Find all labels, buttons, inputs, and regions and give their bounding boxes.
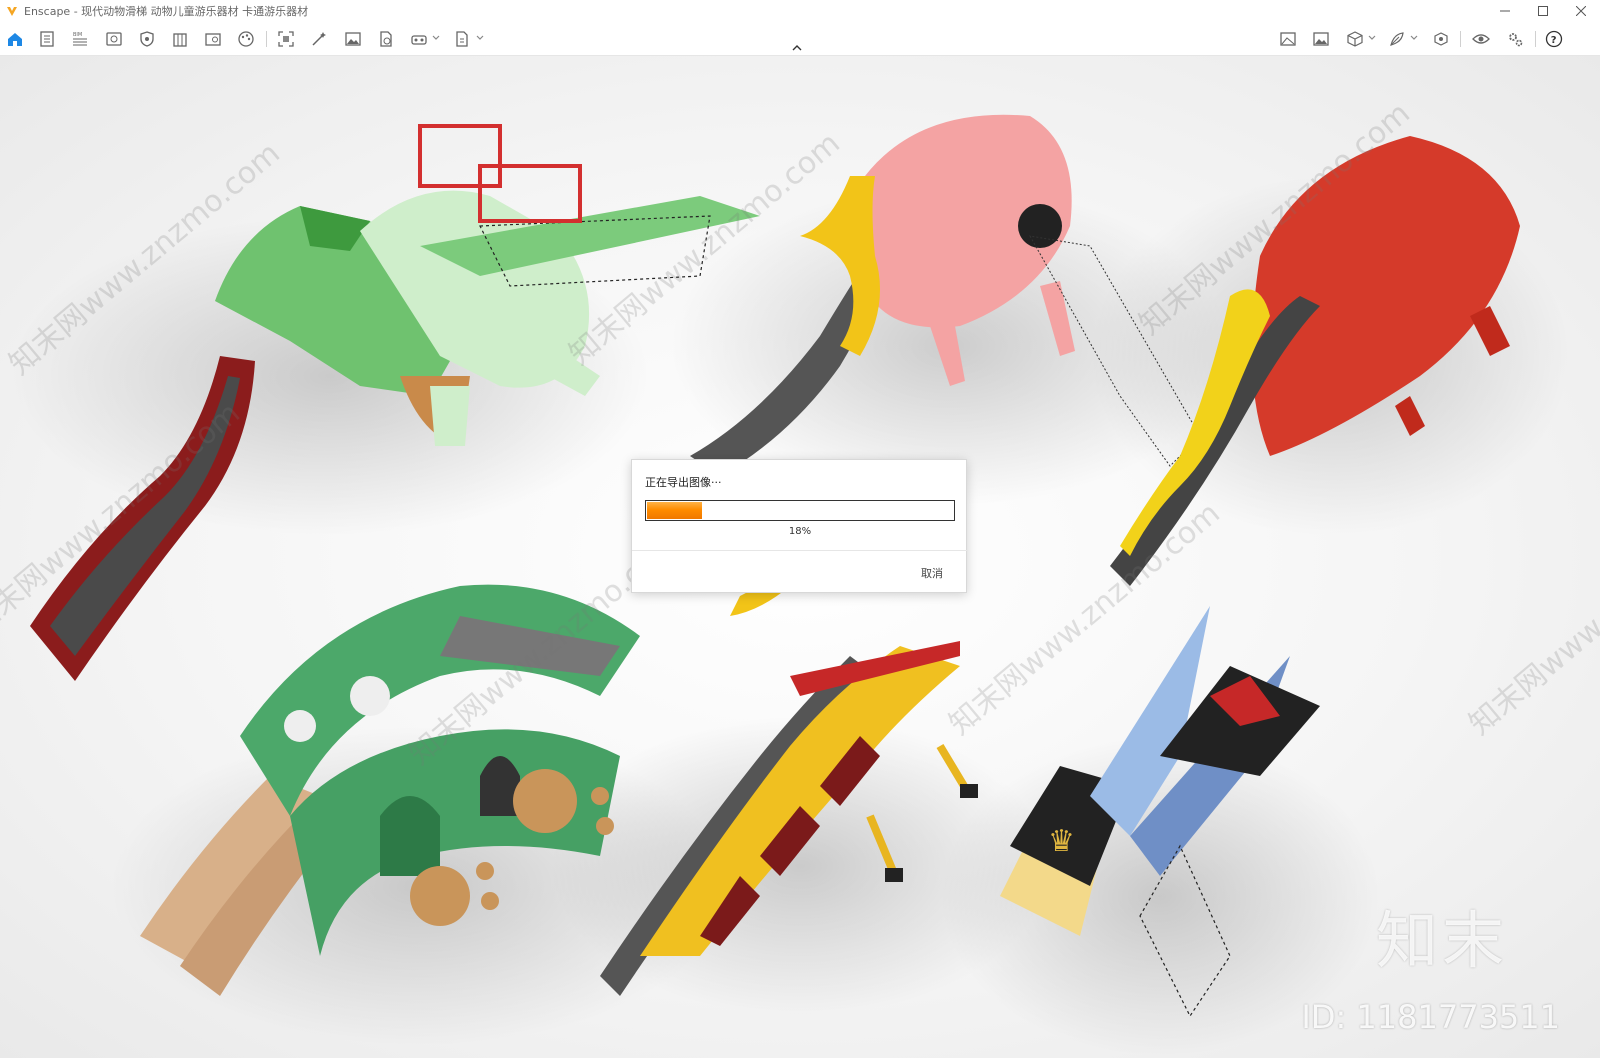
image-icon[interactable] [344, 30, 362, 48]
feather-icon[interactable] [1388, 30, 1406, 48]
chevron-down-icon[interactable] [476, 34, 484, 42]
progress-fill [647, 502, 702, 519]
vr-icon[interactable] [1432, 30, 1450, 48]
screenshot-icon[interactable] [277, 30, 295, 48]
dialog-divider [632, 550, 968, 551]
watermark-id: ID: 1181773511 [1301, 998, 1560, 1036]
svg-text:BIM: BIM [73, 32, 82, 38]
gallery-icon[interactable] [1312, 30, 1330, 48]
chevron-down-icon[interactable] [1410, 34, 1418, 42]
export-icon[interactable] [377, 30, 395, 48]
maximize-button[interactable] [1524, 0, 1562, 22]
watermark-text: 知末网www.znzmo.com [1463, 496, 1600, 742]
svg-text:♛: ♛ [1048, 824, 1075, 859]
vr-headset-icon[interactable] [410, 30, 428, 48]
building-icon[interactable] [171, 30, 189, 48]
book-icon[interactable] [204, 30, 222, 48]
watermark-logo: 知末 [1375, 904, 1508, 977]
title-bar: Enscape - 现代动物滑梯 动物儿童游乐器材 卡通游乐器材 [0, 0, 1600, 22]
progress-percent: 18% [788, 526, 812, 537]
file-export-icon[interactable] [453, 30, 471, 48]
toolbar-separator [266, 31, 267, 47]
shield-icon[interactable] [138, 30, 156, 48]
landscape-icon[interactable] [1279, 30, 1297, 48]
eye-icon[interactable] [1472, 30, 1490, 48]
chevron-up-icon[interactable] [792, 44, 802, 52]
home-icon[interactable] [6, 30, 24, 48]
enscape-window: Enscape - 现代动物滑梯 动物儿童游乐器材 卡通游乐器材 BIM ? ♛… [0, 0, 1600, 1058]
magic-icon[interactable] [310, 30, 328, 48]
window-controls [1486, 0, 1600, 22]
minimize-icon [1500, 10, 1510, 12]
dialog-title: 正在导出图像··· [645, 476, 722, 489]
settings-icon[interactable] [1506, 30, 1524, 48]
toolbar-separator [1460, 31, 1461, 47]
chevron-down-icon[interactable] [1368, 34, 1376, 42]
chevron-down-icon[interactable] [432, 34, 440, 42]
maximize-icon [1538, 6, 1548, 16]
minimize-button[interactable] [1486, 0, 1524, 22]
close-icon [1576, 6, 1586, 16]
svg-text:?: ? [1551, 35, 1557, 46]
view-icon[interactable] [105, 30, 123, 48]
help-icon[interactable]: ? [1545, 30, 1563, 48]
window-title: Enscape - 现代动物滑梯 动物儿童游乐器材 卡通游乐器材 [24, 5, 309, 18]
document-icon[interactable] [38, 30, 56, 48]
progress-bar [645, 500, 955, 521]
close-button[interactable] [1562, 0, 1600, 22]
cancel-button[interactable]: 取消 [912, 564, 952, 582]
bim-icon[interactable]: BIM [71, 30, 89, 48]
enscape-logo-icon [7, 7, 17, 16]
cube-icon[interactable] [1346, 30, 1364, 48]
palette-icon[interactable] [237, 30, 255, 48]
toolbar-separator [1535, 31, 1536, 47]
export-progress-dialog: 正在导出图像··· 18% 取消 [631, 459, 968, 593]
